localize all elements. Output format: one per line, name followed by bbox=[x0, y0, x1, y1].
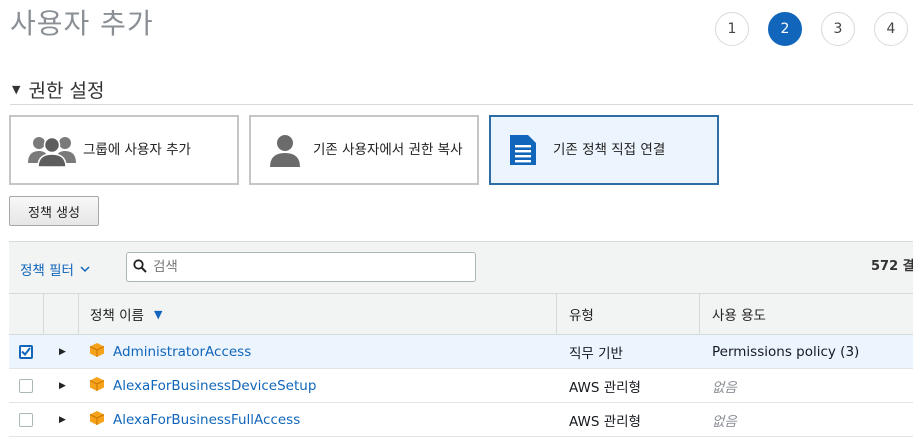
row-checkbox[interactable] bbox=[19, 378, 33, 393]
row-checkbox[interactable] bbox=[19, 344, 33, 359]
step-2-indicator[interactable]: 2 bbox=[768, 12, 802, 46]
section-title: 권한 설정 bbox=[28, 80, 105, 102]
filter-bar: 정책 필터 572 결 bbox=[9, 241, 913, 293]
option-add-to-group[interactable]: 그룹에 사용자 추가 bbox=[9, 115, 239, 185]
policy-usage: 없음 bbox=[712, 379, 737, 396]
policy-filter-label: 정책 필터 bbox=[20, 263, 74, 279]
step-1-indicator[interactable]: 1 bbox=[715, 12, 749, 46]
section-divider bbox=[10, 104, 913, 105]
option-label: 기존 사용자에서 권한 복사 bbox=[313, 142, 463, 158]
policy-filter-dropdown[interactable]: 정책 필터 bbox=[20, 259, 90, 279]
search-input[interactable] bbox=[151, 258, 455, 276]
policy-type: AWS 관리형 bbox=[569, 413, 641, 430]
expand-row-icon[interactable]: ▶ bbox=[59, 415, 66, 425]
policy-icon bbox=[89, 410, 105, 430]
column-header-policy-name[interactable]: 정책 이름 ▼ bbox=[90, 294, 162, 334]
policy-icon bbox=[89, 376, 105, 396]
search-box[interactable] bbox=[126, 252, 476, 282]
expand-row-icon[interactable]: ▶ bbox=[59, 347, 66, 357]
policy-icon bbox=[89, 342, 105, 362]
column-divider bbox=[78, 294, 79, 334]
table-row[interactable]: ▶ AdministratorAccess 직무 기반 Permissions … bbox=[9, 335, 913, 369]
expand-row-icon[interactable]: ▶ bbox=[59, 381, 66, 391]
row-checkbox[interactable] bbox=[19, 412, 33, 427]
group-icon bbox=[21, 133, 83, 167]
policy-usage: 없음 bbox=[712, 413, 737, 430]
chevron-down-icon bbox=[80, 263, 90, 276]
column-divider bbox=[43, 294, 44, 334]
option-copy-permissions[interactable]: 기존 사용자에서 권한 복사 bbox=[249, 115, 479, 185]
column-label: 정책 이름 bbox=[90, 308, 144, 324]
create-policy-button[interactable]: 정책 생성 bbox=[9, 196, 99, 226]
column-header-usage[interactable]: 사용 용도 bbox=[712, 294, 766, 334]
option-label: 기존 정책 직접 연결 bbox=[553, 142, 666, 158]
option-label: 그룹에 사용자 추가 bbox=[83, 142, 191, 158]
column-divider bbox=[699, 294, 700, 334]
policy-name-link[interactable]: AdministratorAccess bbox=[113, 344, 251, 360]
table-row[interactable]: ▶ AlexaForBusinessFullAccess AWS 관리형 없음 bbox=[9, 403, 913, 437]
document-icon bbox=[507, 133, 539, 167]
permissions-section-header[interactable]: ▼ 권한 설정 bbox=[12, 76, 104, 103]
caret-down-icon: ▼ bbox=[12, 83, 21, 96]
column-divider bbox=[556, 294, 557, 334]
policy-type: AWS 관리형 bbox=[569, 379, 641, 396]
search-icon bbox=[133, 258, 147, 277]
policy-name-link[interactable]: AlexaForBusinessDeviceSetup bbox=[113, 378, 316, 394]
table-header: 정책 이름 ▼ 유형 사용 용도 bbox=[9, 293, 913, 335]
column-header-type[interactable]: 유형 bbox=[569, 294, 594, 334]
table-row[interactable]: ▶ AlexaForBusinessDeviceSetup AWS 관리형 없음 bbox=[9, 369, 913, 403]
step-3-indicator[interactable]: 3 bbox=[821, 12, 855, 46]
option-attach-policies[interactable]: 기존 정책 직접 연결 bbox=[489, 115, 719, 185]
policy-type: 직무 기반 bbox=[569, 345, 623, 362]
step-4-indicator[interactable]: 4 bbox=[874, 12, 908, 46]
result-count: 572 결 bbox=[871, 259, 913, 274]
sort-desc-icon: ▼ bbox=[153, 307, 163, 321]
policy-name-link[interactable]: AlexaForBusinessFullAccess bbox=[113, 412, 300, 428]
user-icon bbox=[267, 133, 303, 167]
page-title: 사용자 추가 bbox=[10, 7, 154, 40]
policy-usage: Permissions policy (3) bbox=[712, 343, 860, 360]
